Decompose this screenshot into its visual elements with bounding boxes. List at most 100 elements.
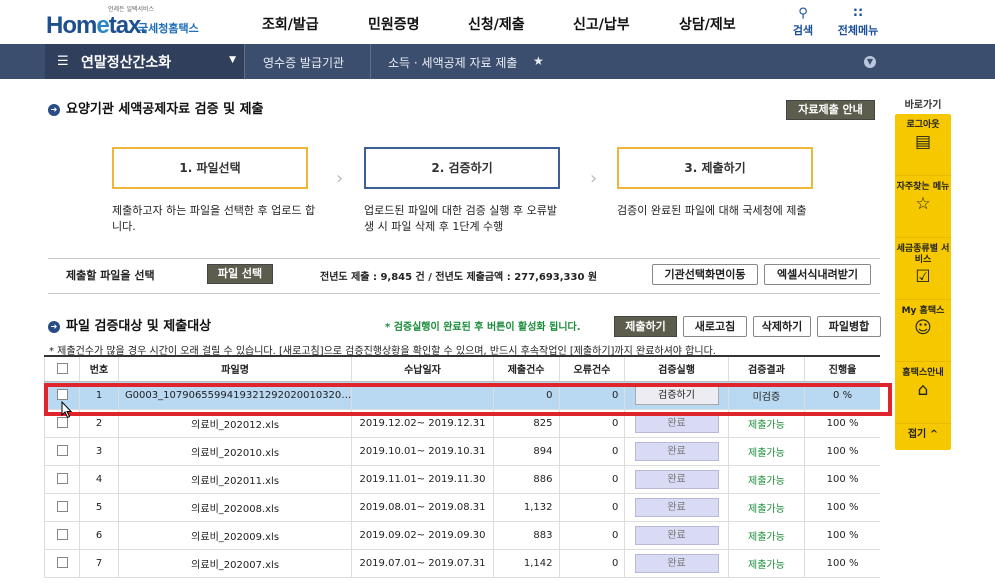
row-checkbox[interactable] [56, 557, 68, 569]
row-errors: 0 [558, 465, 625, 494]
org-select-button[interactable]: 기관선택화면이동 [652, 264, 758, 285]
verify-button[interactable]: 검증하기 [634, 385, 719, 405]
breadcrumb-issuer[interactable]: 영수증 발급기관 [263, 54, 344, 71]
row-number: 4 [79, 465, 119, 494]
completed-button: 완료 [634, 441, 719, 461]
quick-tax-services[interactable]: 세금종류별 서비스 ☑ [895, 238, 951, 300]
row-date: 2019.07.01~ 2019.07.31 [351, 549, 494, 578]
row-count: 0 [492, 381, 559, 410]
quick-my-hometax[interactable]: My 홈택스 ☺ [895, 300, 951, 362]
select-all-checkbox[interactable] [56, 363, 68, 374]
star-icon: ☆ [915, 194, 931, 214]
row-number: 1 [79, 381, 119, 410]
breadcrumb-divider [370, 44, 371, 79]
merge-button[interactable]: 파일병합 [817, 316, 881, 337]
row-checkbox-cell [43, 549, 80, 578]
nav-report[interactable]: 신고/납부 [573, 14, 630, 34]
logout-icon: ▤ [914, 132, 932, 152]
row-action-cell: 완료 [624, 409, 729, 438]
checkbox-icon: ☑ [915, 267, 931, 287]
logo-brand-b: e [96, 12, 109, 39]
refresh-button[interactable]: 새로고침 [683, 316, 747, 337]
completed-button: 완료 [634, 525, 719, 545]
row-errors: 0 [558, 409, 625, 438]
row-progress: 100 % [804, 549, 880, 578]
breadcrumb-bar: ☰ 연말정산간소화 ▼ 영수증 발급기관 소득 · 세액공제 자료 제출 ★ ▼ [0, 44, 995, 79]
file-select-button[interactable]: 파일 선택 [207, 264, 273, 284]
completed-button: 완료 [634, 497, 719, 517]
row-filename: 의료비_202009.xls [117, 521, 352, 550]
row-result: 제출가능 [727, 437, 805, 466]
all-menu-button[interactable]: ∷ 전체메뉴 [833, 6, 883, 38]
quick-fold-button[interactable]: 접기 ^ [895, 424, 951, 446]
excel-download-button[interactable]: 엑셀서식내려받기 [764, 264, 871, 285]
menu-title: 연말정산간소화 [81, 55, 172, 71]
row-errors: 0 [558, 521, 625, 550]
nav-consult[interactable]: 상담/제보 [679, 14, 736, 34]
col-header[interactable]: 오류건수 [558, 355, 625, 382]
row-action-cell: 완료 [624, 549, 729, 578]
quick-favorites[interactable]: 자주찾는 메뉴 ☆ [895, 176, 951, 238]
table-row[interactable]: 1 G0003_1079065599419321292020010320… 0 … [43, 381, 880, 410]
row-errors: 0 [558, 437, 625, 466]
completed-button: 완료 [634, 469, 719, 489]
col-header[interactable]: 파일명 [117, 355, 352, 382]
row-date: 2019.11.01~ 2019.11.30 [351, 465, 494, 494]
section1-title: 요양기관 세액공제자료 검증 및 제출 [66, 102, 264, 117]
delete-button[interactable]: 삭제하기 [753, 316, 811, 337]
row-number: 6 [79, 521, 119, 550]
row-number: 2 [79, 409, 119, 438]
row-checkbox[interactable] [56, 473, 68, 485]
search-button[interactable]: ⚲ 검색 [778, 6, 828, 38]
row-result: 제출가능 [727, 409, 805, 438]
row-result: 제출가능 [727, 549, 805, 578]
row-checkbox[interactable] [56, 529, 68, 541]
col-header[interactable]: 번호 [79, 355, 119, 382]
menu-selector[interactable]: ☰ 연말정산간소화 ▼ [45, 44, 245, 79]
favorite-star-icon[interactable]: ★ [533, 54, 544, 68]
quick-logout[interactable]: 로그아웃 ▤ [895, 114, 951, 176]
row-checkbox[interactable] [56, 445, 68, 457]
row-errors: 0 [558, 493, 625, 522]
row-checkbox[interactable] [56, 389, 68, 401]
row-action-cell: 검증하기 [624, 381, 729, 410]
row-filename: 의료비_202012.xls [117, 409, 352, 438]
col-header[interactable]: 검증실행 [624, 355, 729, 382]
submit-button[interactable]: 제출하기 [614, 316, 677, 337]
hometax-logo[interactable]: 언제든 일택서비스 Hometax. 국세청홈택스 [46, 4, 221, 42]
row-result: 제출가능 [727, 521, 805, 550]
table-header-row: 번호 파일명 수납일자 제출건수 오류건수 검증실행 검증결과 진행율 [43, 355, 880, 382]
logo-brand-a: Hom [46, 12, 97, 39]
col-header[interactable]: 진행율 [804, 355, 880, 382]
quick-menu: 바로가기 로그아웃 ▤ 자주찾는 메뉴 ☆ 세금종류별 서비스 ☑ My 홈택스… [895, 96, 951, 450]
nav-lookup[interactable]: 조회/발급 [262, 14, 319, 34]
col-header[interactable]: 수납일자 [351, 355, 494, 382]
table-row[interactable]: 3 의료비_202010.xls 2019.10.01~ 2019.10.31 … [43, 437, 880, 466]
mouse-cursor-icon [61, 401, 73, 419]
row-checkbox[interactable] [56, 501, 68, 513]
col-header[interactable]: 검증결과 [727, 355, 805, 382]
table-row[interactable]: 7 의료비_202007.xls 2019.07.01~ 2019.07.31 … [43, 549, 880, 578]
nav-apply[interactable]: 신청/제출 [468, 14, 525, 34]
table-row[interactable]: 6 의료비_202009.xls 2019.09.02~ 2019.09.30 … [43, 521, 880, 550]
quick-guide[interactable]: 홈택스안내 ⌂ [895, 362, 951, 424]
activation-notice: * 검증실행이 완료된 후 버튼이 활성화 됩니다. [385, 318, 581, 333]
table-row[interactable]: 2 의료비_202012.xls 2019.12.02~ 2019.12.31 … [43, 409, 880, 438]
step-file-select: 1. 파일선택 [112, 147, 308, 189]
col-header[interactable]: 제출건수 [492, 355, 559, 382]
table-row[interactable]: 4 의료비_202011.xls 2019.11.01~ 2019.11.30 … [43, 465, 880, 494]
nav-certificate[interactable]: 민원증명 [368, 14, 420, 34]
breadcrumb-submission[interactable]: 소득 · 세액공제 자료 제출 [388, 54, 517, 71]
chevron-right-icon: › [590, 168, 598, 189]
table-row[interactable]: 5 의료비_202008.xls 2019.08.01~ 2019.08.31 … [43, 493, 880, 522]
row-action-cell: 완료 [624, 521, 729, 550]
submission-guide-button[interactable]: 자료제출 안내 [786, 100, 875, 120]
select-all-cell [43, 355, 80, 382]
hamburger-icon: ☰ [57, 54, 69, 69]
prev-year-summary: 전년도 제출 : 9,845 건 / 전년도 제출금액 : 277,693,33… [320, 272, 598, 283]
section2-title-wrap: ➜ 파일 검증대상 및 제출대상 [48, 315, 211, 334]
completed-button: 완료 [634, 553, 719, 573]
search-label: 검색 [792, 24, 814, 37]
quick-guide-label: 홈택스안내 [902, 368, 944, 378]
expand-icon[interactable]: ▼ [864, 56, 876, 68]
